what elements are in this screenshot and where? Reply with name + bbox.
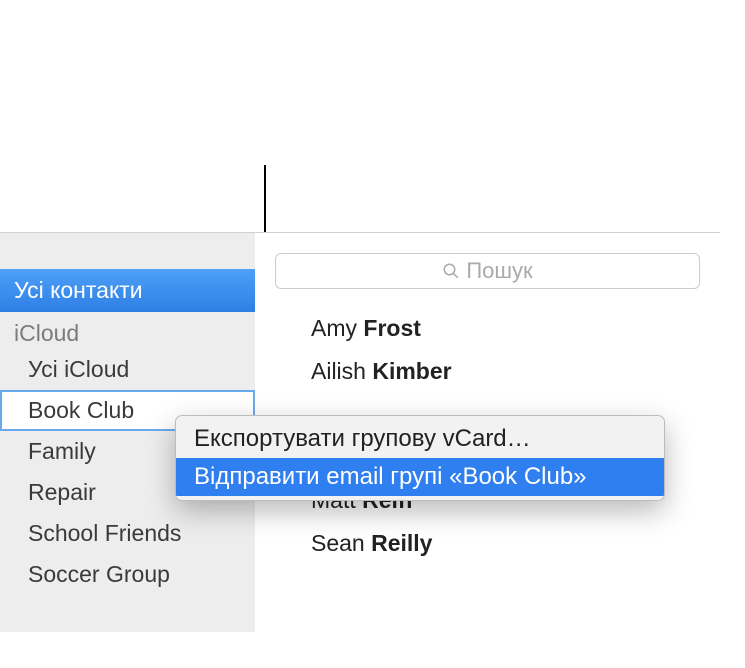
sidebar-all-contacts[interactable]: Усі контакти (0, 269, 255, 312)
search-placeholder: Пошук (466, 258, 532, 284)
sidebar-item-label: Soccer Group (28, 561, 170, 587)
search-wrap: Пошук (255, 241, 720, 307)
menu-item-send-email-group[interactable]: Відправити email групі «Book Club» (176, 458, 664, 496)
contact-last-name: Reilly (371, 530, 432, 556)
annotation-line (264, 165, 266, 235)
sidebar-section-icloud: iCloud (0, 312, 255, 349)
sidebar-item-soccer-group[interactable]: Soccer Group (0, 554, 255, 595)
contact-last-name: Frost (363, 315, 421, 341)
contact-row[interactable]: Ailish Kimber (311, 350, 720, 393)
sidebar-item-label: Repair (28, 479, 96, 505)
sidebar-item-all-icloud[interactable]: Усі iCloud (0, 349, 255, 390)
search-icon (442, 262, 460, 280)
context-menu: Експортувати групову vCard… Відправити e… (175, 415, 665, 501)
sidebar-item-label: Book Club (28, 397, 134, 423)
contact-last-name: Kimber (372, 358, 451, 384)
sidebar-item-label: Family (28, 438, 96, 464)
sidebar-item-school-friends[interactable]: School Friends (0, 513, 255, 554)
contact-row[interactable]: Amy Frost (311, 307, 720, 350)
sidebar-item-label: Усі iCloud (28, 356, 129, 382)
contact-first-name: Amy (311, 315, 357, 341)
menu-item-export-vcard[interactable]: Експортувати групову vCard… (176, 420, 664, 458)
contact-row[interactable]: Sean Reilly (311, 522, 720, 565)
contact-first-name: Ailish (311, 358, 366, 384)
contact-first-name: Sean (311, 530, 365, 556)
search-input[interactable]: Пошук (275, 253, 700, 289)
sidebar-item-label: School Friends (28, 520, 181, 546)
